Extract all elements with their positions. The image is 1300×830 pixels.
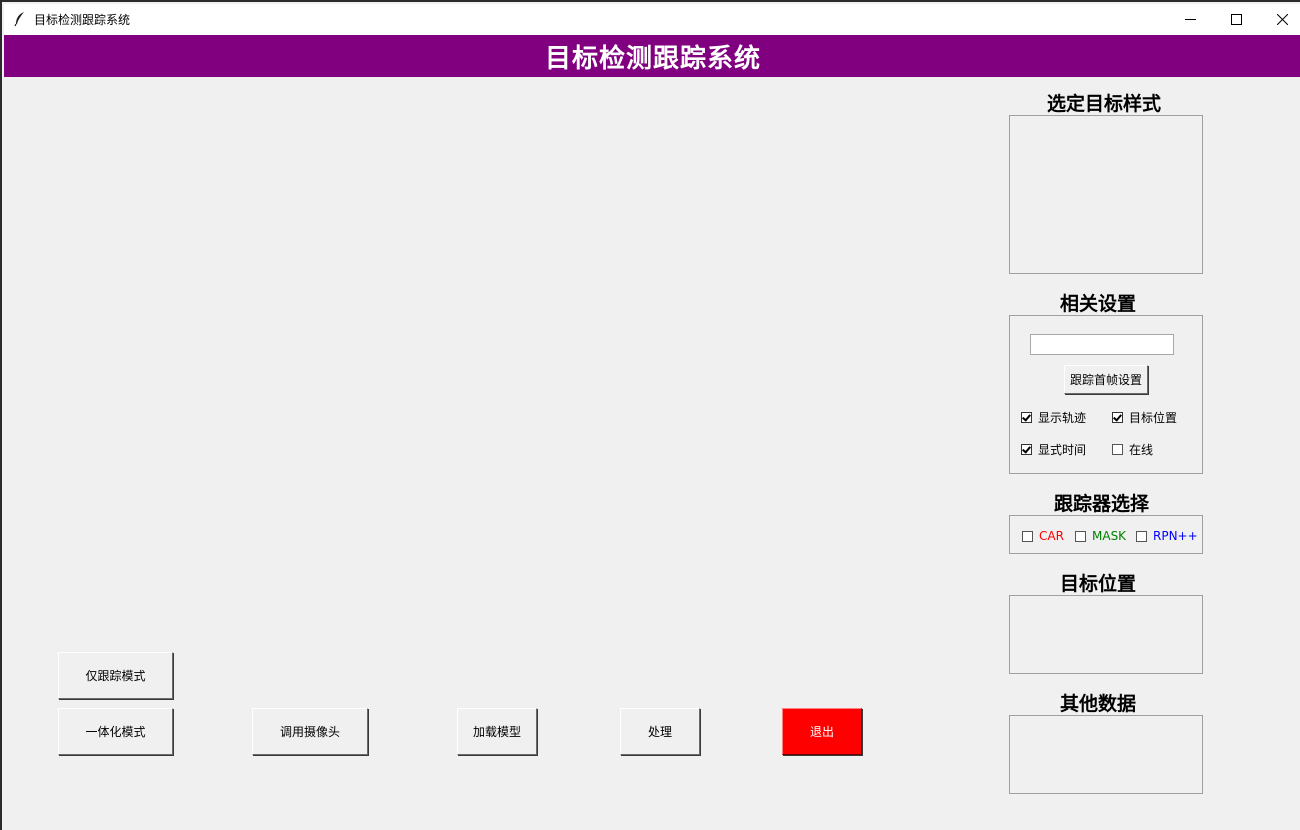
track-only-mode-button[interactable]: 仅跟踪模式: [58, 652, 173, 699]
tracker-rpn-label: RPN++: [1153, 529, 1198, 543]
target-position-checkbox[interactable]: 目标位置: [1112, 409, 1177, 426]
checkbox-icon: [1112, 444, 1123, 455]
tracker-car-checkbox[interactable]: CAR: [1022, 529, 1064, 543]
feather-icon: [14, 12, 24, 27]
minimize-button[interactable]: [1167, 4, 1213, 35]
online-checkbox[interactable]: 在线: [1112, 441, 1153, 458]
other-data-title: 其他数据: [1060, 693, 1137, 715]
online-label: 在线: [1129, 443, 1154, 457]
checkbox-icon: [1022, 530, 1033, 542]
show-time-checkbox[interactable]: 显式时间: [1021, 441, 1086, 458]
tracker-select-title: 跟踪器选择: [1054, 493, 1150, 515]
target-style-preview: [1009, 115, 1203, 274]
tracker-rpn-checkbox[interactable]: RPN++: [1136, 529, 1198, 543]
minimize-icon: [1184, 19, 1196, 20]
camera-button[interactable]: 调用摄像头: [252, 708, 368, 755]
target-position-label: 目标位置: [1129, 411, 1178, 425]
header-title: 目标检测跟踪系统: [544, 43, 761, 74]
app-window: 目标检测跟踪系统 目标检测跟踪系统 选定目标样式 相关设置 跟踪首帧设置 显示轨…: [0, 0, 1300, 830]
target-style-title: 选定目标样式: [1047, 93, 1162, 115]
title-bar: 目标检测跟踪系统: [4, 4, 1300, 35]
other-data-display: [1009, 715, 1203, 794]
checkbox-icon: [1021, 444, 1032, 455]
settings-title: 相关设置: [1060, 293, 1137, 315]
checkbox-icon: [1112, 412, 1123, 423]
show-time-label: 显式时间: [1038, 443, 1087, 457]
close-button[interactable]: [1259, 4, 1300, 35]
load-model-button[interactable]: 加载模型: [457, 708, 537, 755]
exit-button[interactable]: 退出: [782, 708, 862, 755]
checkbox-icon: [1075, 530, 1086, 542]
checkbox-icon: [1136, 530, 1147, 542]
integrated-mode-button[interactable]: 一体化模式: [58, 708, 173, 755]
maximize-button[interactable]: [1213, 4, 1259, 35]
header-banner: 目标检测跟踪系统: [4, 35, 1300, 77]
target-position-title: 目标位置: [1060, 573, 1137, 595]
first-frame-input[interactable]: [1030, 334, 1174, 355]
tracker-mask-label: MASK: [1092, 529, 1127, 543]
close-icon: [1276, 14, 1288, 25]
window-title: 目标检测跟踪系统: [34, 13, 131, 27]
tracker-car-label: CAR: [1039, 529, 1064, 543]
show-trajectory-checkbox[interactable]: 显示轨迹: [1021, 409, 1086, 426]
process-button[interactable]: 处理: [620, 708, 700, 755]
target-position-display: [1009, 595, 1203, 674]
tracker-mask-checkbox[interactable]: MASK: [1075, 529, 1126, 543]
maximize-icon: [1230, 14, 1242, 25]
checkbox-icon: [1021, 412, 1032, 423]
show-trajectory-label: 显示轨迹: [1038, 411, 1087, 425]
first-frame-settings-button[interactable]: 跟踪首帧设置: [1064, 365, 1148, 394]
